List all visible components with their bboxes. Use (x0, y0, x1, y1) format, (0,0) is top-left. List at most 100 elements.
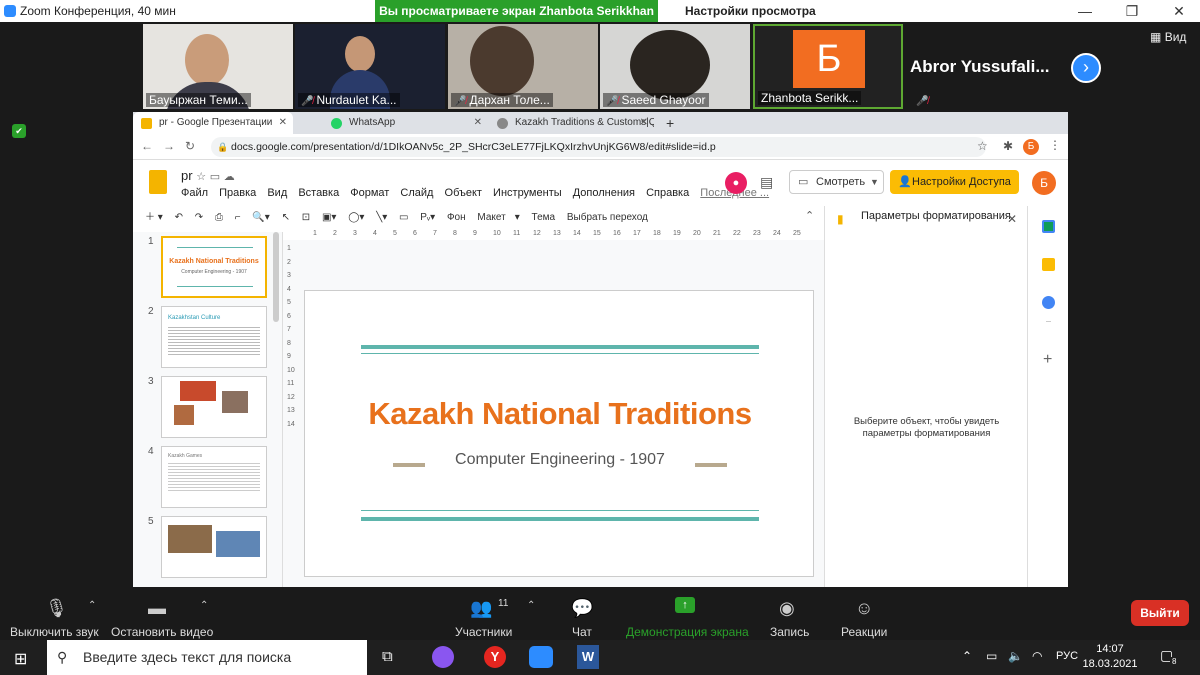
collapse-toolbar-icon[interactable]: ⌃ (805, 209, 814, 222)
menu-help[interactable]: Справка (646, 187, 689, 199)
google-slides-logo[interactable] (149, 170, 167, 194)
share-access-button[interactable]: 👤 Настройки Доступа (890, 170, 1019, 194)
slide-thumbnail[interactable]: Kazakhstan Culture (161, 306, 267, 368)
zoom-icon[interactable]: 🔍▾ (252, 212, 269, 223)
new-slide-icon[interactable]: ＋ ▾ (145, 212, 163, 223)
zoom-app-icon[interactable] (529, 646, 553, 668)
filmstrip-scrollbar[interactable] (273, 232, 279, 322)
tab-google-slides[interactable]: pr - Google Презентации ✕ (133, 112, 293, 134)
new-tab-icon[interactable]: + (658, 112, 674, 134)
calendar-icon[interactable] (1042, 220, 1055, 233)
language-indicator[interactable]: РУС (1056, 650, 1078, 662)
participant-tile[interactable]: 🎤̸ Дархан Толе... (448, 24, 598, 109)
volume-icon[interactable]: 🔈 (1008, 649, 1023, 663)
maximize-icon[interactable]: ❐ (1117, 2, 1147, 20)
shield-icon[interactable]: ✔ (12, 124, 26, 138)
star-icon[interactable]: ☆ (196, 171, 206, 183)
back-icon[interactable]: ← (141, 139, 153, 153)
chevron-down-icon[interactable]: ▼ (870, 171, 879, 193)
paint-format-icon[interactable]: ⌐ (235, 212, 241, 223)
participants-label[interactable]: Участники (455, 625, 512, 639)
close-tab-icon[interactable]: ✕ (640, 112, 648, 134)
windows-start-icon[interactable]: ⊞ (14, 649, 27, 669)
reactions-label[interactable]: Реакции (841, 625, 887, 639)
chat-icon[interactable]: 💬 (571, 598, 593, 619)
chevron-up-icon[interactable]: ⌃ (88, 600, 96, 611)
slide-thumbnail[interactable]: Kazakh Games (161, 446, 267, 508)
menu-tools[interactable]: Инструменты (493, 187, 562, 199)
print-icon[interactable]: ⎙ (215, 212, 223, 223)
tab-kazakh-traditions[interactable]: Kazakh Traditions & Customs|Qaz ✕ (489, 112, 654, 134)
star-icon[interactable]: ☆ (977, 139, 988, 153)
view-options-button[interactable]: Настройки просмотра ⌄ (658, 0, 823, 40)
participants-icon[interactable]: 👥 (470, 598, 492, 619)
stop-video-label[interactable]: Остановить видео (111, 625, 213, 639)
slide-subtitle[interactable]: Computer Engineering - 1907 (305, 451, 815, 469)
more-menu-icon[interactable]: ⋮ (1049, 138, 1061, 152)
record-label[interactable]: Запись (770, 625, 809, 639)
menu-addons[interactable]: Дополнения (573, 187, 635, 199)
menu-view[interactable]: Вид (267, 187, 287, 199)
close-icon[interactable]: ✕ (1164, 2, 1194, 20)
menu-insert[interactable]: Вставка (298, 187, 339, 199)
document-title[interactable]: pr ☆ ▭ ☁ (181, 168, 235, 183)
line-icon[interactable]: ╲▾ (376, 212, 387, 223)
share-screen-label[interactable]: Демонстрация экрана (626, 625, 749, 639)
tab-whatsapp[interactable]: WhatsApp ✕ (323, 112, 488, 134)
microphone-icon[interactable]: 🎙 (45, 598, 68, 619)
select-icon[interactable]: ↖ (282, 212, 290, 223)
tasks-icon[interactable] (1042, 296, 1055, 309)
slide-thumbnail[interactable] (161, 376, 267, 438)
participant-tile[interactable]: Бауыржан Теми... (143, 24, 293, 109)
participant-tile[interactable]: 🎤̸ Saeed Ghayoor (600, 24, 750, 109)
reactions-icon[interactable]: ☺ (855, 598, 873, 619)
menu-object[interactable]: Объект (445, 187, 482, 199)
chevron-up-icon[interactable]: ⌃ (527, 600, 535, 611)
slide-canvas[interactable]: Kazakh National Traditions Computer Engi… (304, 290, 814, 577)
extensions-icon[interactable]: ✱ (1003, 139, 1013, 153)
video-camera-icon[interactable]: ▬ (148, 598, 166, 619)
record-icon[interactable]: ◉ (779, 598, 795, 619)
chevron-up-icon[interactable]: ⌃ (200, 600, 208, 611)
menu-file[interactable]: Файл (181, 187, 208, 199)
account-avatar[interactable]: Б (1032, 171, 1056, 195)
add-addon-icon[interactable]: + (1043, 351, 1052, 369)
close-tab-icon[interactable]: ✕ (279, 112, 287, 134)
transition-button[interactable]: Выбрать переход (567, 212, 648, 223)
menu-slide[interactable]: Слайд (400, 187, 433, 199)
input-tools-icon[interactable]: Pᵥ▾ (420, 212, 435, 223)
participant-tile[interactable]: 🎤̸ Nurdaulet Ka... (295, 24, 445, 109)
present-button[interactable]: ▭ Смотреть ▼ (789, 170, 884, 194)
yandex-browser-icon[interactable]: Y (484, 646, 506, 668)
undo-icon[interactable]: ↶ (175, 212, 183, 223)
background-button[interactable]: Фон (447, 212, 466, 223)
menu-format[interactable]: Формат (350, 187, 389, 199)
collaborator-avatar[interactable]: ● (725, 172, 747, 194)
slide-thumbnail[interactable]: Kazakh National Traditions Computer Engi… (161, 236, 267, 298)
textbox-icon[interactable]: ⊡ (302, 212, 310, 223)
task-view-icon[interactable]: ⧉ (382, 648, 393, 665)
keep-icon[interactable] (1042, 258, 1055, 271)
view-button[interactable]: ▦ Вид (1150, 30, 1186, 44)
battery-icon[interactable]: ▭ (986, 649, 997, 663)
layout-button[interactable]: Макет ▾ (477, 212, 519, 223)
slide-thumbnail[interactable] (161, 516, 267, 578)
participant-tile[interactable]: Abror Yussufali... 🎤̸ (910, 24, 1060, 109)
network-icon[interactable]: ◠ (1032, 649, 1042, 663)
close-tab-icon[interactable]: ✕ (474, 112, 482, 134)
url-field[interactable]: 🔒 docs.google.com/presentation/d/1DIkOAN… (211, 137, 986, 157)
folder-icon[interactable]: ▭ (210, 171, 220, 183)
profile-avatar[interactable]: Б (1023, 139, 1039, 155)
image-icon[interactable]: ▣▾ (322, 212, 336, 223)
word-icon[interactable]: W (577, 645, 599, 669)
shape-icon[interactable]: ◯▾ (348, 212, 364, 223)
minimize-icon[interactable]: — (1070, 2, 1100, 20)
share-screen-icon[interactable]: ↑ (675, 597, 695, 613)
chat-label[interactable]: Чат (572, 625, 592, 639)
taskbar-clock[interactable]: 14:07 18.03.2021 (1080, 642, 1140, 672)
next-page-button[interactable]: › (1071, 53, 1101, 83)
reload-icon[interactable]: ↻ (185, 139, 195, 153)
participant-tile-active[interactable]: Б Zhanbota Serikk... (753, 24, 903, 109)
close-icon[interactable]: ✕ (1007, 212, 1017, 226)
chevron-up-icon[interactable]: ⌃ (962, 649, 972, 663)
